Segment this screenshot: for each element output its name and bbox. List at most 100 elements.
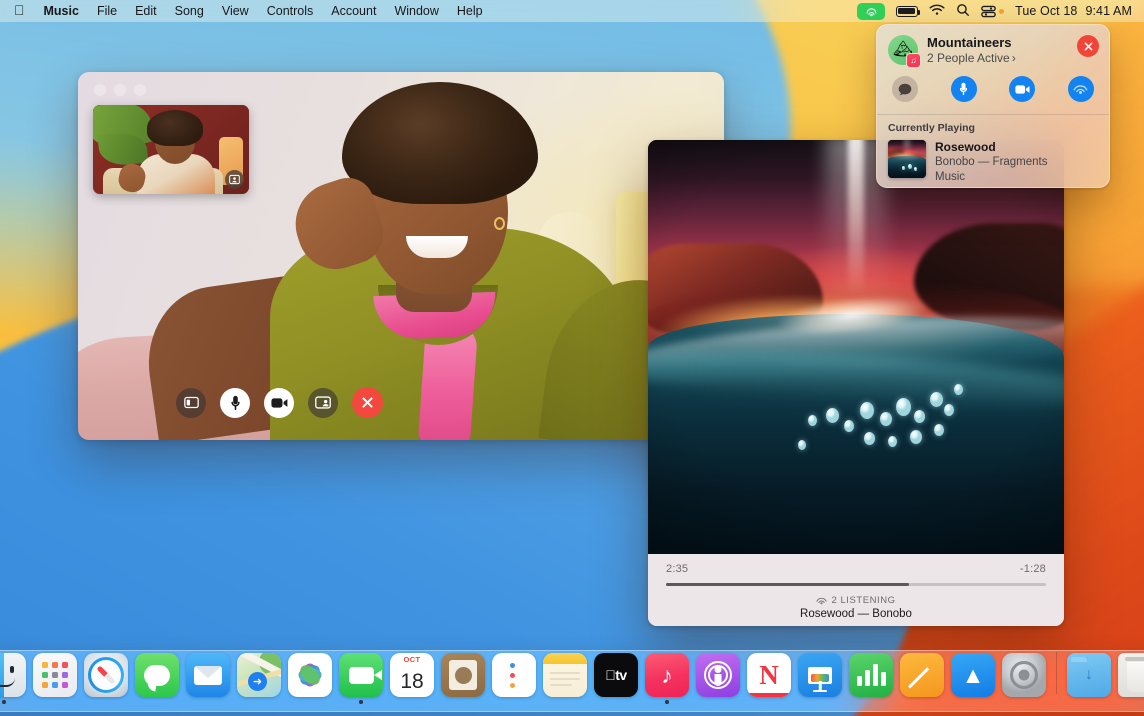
minimize-window-button[interactable] bbox=[114, 84, 126, 96]
running-indicator bbox=[869, 700, 873, 704]
running-indicator bbox=[971, 700, 975, 704]
window-traffic-lights[interactable] bbox=[94, 84, 146, 96]
dock-item-podcasts[interactable] bbox=[696, 653, 740, 704]
music-note-icon: ♪ bbox=[661, 662, 673, 689]
dock-item-keynote[interactable] bbox=[798, 653, 842, 704]
group-participants-link[interactable]: 2 People Active › bbox=[927, 51, 1016, 65]
dock-item-finder[interactable] bbox=[0, 653, 26, 704]
dock-item-tv[interactable]: tv bbox=[594, 653, 638, 704]
running-indicator bbox=[359, 700, 363, 704]
running-indicator bbox=[767, 700, 771, 704]
microphone-icon[interactable] bbox=[951, 76, 977, 102]
close-window-button[interactable] bbox=[94, 84, 106, 96]
menu-item-help[interactable]: Help bbox=[448, 4, 492, 18]
dock-item-calendar[interactable]: OCT 18 bbox=[390, 653, 434, 704]
album-artwork-thumbnail bbox=[888, 140, 926, 178]
running-indicator bbox=[2, 700, 6, 704]
running-indicator bbox=[1087, 700, 1091, 704]
search-icon[interactable] bbox=[956, 3, 970, 20]
dock-item-maps[interactable]: ➜ bbox=[237, 653, 281, 704]
running-indicator bbox=[155, 700, 159, 704]
group-title: Mountaineers bbox=[927, 35, 1016, 51]
track-title: Rosewood bbox=[935, 140, 1048, 155]
dock[interactable]: ➜ OCT 18 bbox=[0, 650, 1144, 712]
wifi-icon[interactable] bbox=[929, 4, 945, 19]
dock-item-photos[interactable] bbox=[288, 653, 332, 704]
running-indicator bbox=[818, 700, 822, 704]
dock-item-launchpad[interactable] bbox=[33, 653, 77, 704]
chevron-right-icon: › bbox=[1012, 51, 1016, 65]
group-avatar: 🏔 ♫ bbox=[888, 35, 918, 65]
end-call-button[interactable] bbox=[352, 387, 383, 418]
dock-item-appstore[interactable]: ▲ bbox=[951, 653, 995, 704]
dock-item-pages[interactable] bbox=[900, 653, 944, 704]
group-subtitle: 2 People Active bbox=[927, 51, 1010, 65]
dock-item-numbers[interactable] bbox=[849, 653, 893, 704]
apple-logo-icon[interactable]:  bbox=[12, 3, 35, 17]
dock-item-safari[interactable] bbox=[84, 653, 128, 704]
video-camera-icon[interactable] bbox=[264, 388, 294, 418]
microphone-icon[interactable] bbox=[220, 388, 250, 418]
running-indicator bbox=[614, 700, 618, 704]
running-indicator bbox=[104, 700, 108, 704]
dock-item-settings[interactable] bbox=[1002, 653, 1046, 704]
facetime-window[interactable] bbox=[78, 72, 724, 440]
dock-divider bbox=[1056, 652, 1057, 694]
sidebar-icon[interactable] bbox=[176, 388, 206, 418]
share-screen-icon[interactable] bbox=[308, 388, 338, 418]
menu-item-window[interactable]: Window bbox=[385, 4, 447, 18]
facetime-control-bar[interactable] bbox=[176, 387, 383, 418]
now-playing-title: Rosewood — Bonobo bbox=[666, 608, 1046, 620]
dock-item-trash[interactable] bbox=[1118, 653, 1144, 704]
control-center-icon[interactable] bbox=[981, 5, 1004, 18]
running-indicator bbox=[512, 700, 516, 704]
facetime-self-view-thumbnail[interactable] bbox=[93, 105, 249, 194]
dock-item-mail[interactable] bbox=[186, 653, 230, 704]
dock-item-messages[interactable] bbox=[135, 653, 179, 704]
dock-item-reminders[interactable] bbox=[492, 653, 536, 704]
battery-icon[interactable] bbox=[896, 6, 918, 17]
menu-item-view[interactable]: View bbox=[213, 4, 258, 18]
video-camera-icon[interactable] bbox=[1009, 76, 1035, 102]
shareplay-icon[interactable] bbox=[1068, 76, 1094, 102]
currently-playing-section: Currently Playing Rosewood Bonobo — Frag… bbox=[877, 115, 1109, 188]
running-indicator bbox=[665, 700, 669, 704]
shareplay-popover[interactable]: 🏔 ♫ Mountaineers 2 People Active › bbox=[876, 24, 1110, 188]
person-in-frame-icon[interactable] bbox=[225, 170, 244, 189]
zoom-window-button[interactable] bbox=[134, 84, 146, 96]
menu-item-song[interactable]: Song bbox=[166, 4, 213, 18]
dock-item-news[interactable]: N bbox=[747, 653, 791, 704]
track-source-app: Music bbox=[935, 170, 1048, 185]
menu-item-account[interactable]: Account bbox=[322, 4, 385, 18]
leave-call-button[interactable] bbox=[1077, 35, 1099, 57]
dock-item-downloads[interactable]: ↓ bbox=[1067, 653, 1111, 704]
calendar-day: 18 bbox=[400, 665, 423, 697]
playback-progress-slider[interactable] bbox=[666, 583, 1046, 586]
album-artwork bbox=[648, 140, 1064, 554]
menu-bar-date: Tue Oct 18 bbox=[1015, 4, 1077, 18]
running-indicator bbox=[410, 700, 414, 704]
running-indicator bbox=[308, 700, 312, 704]
menu-item-music[interactable]: Music bbox=[35, 4, 88, 18]
dock-item-music[interactable]: ♪ bbox=[645, 653, 689, 704]
currently-playing-item[interactable]: Rosewood Bonobo — Fragments Music bbox=[888, 140, 1098, 185]
running-indicator bbox=[53, 700, 57, 704]
chat-bubble-icon[interactable] bbox=[892, 76, 918, 102]
menu-bar-time: 9:41 AM bbox=[1085, 4, 1132, 18]
menu-item-controls[interactable]: Controls bbox=[258, 4, 323, 18]
running-indicator bbox=[461, 700, 465, 704]
music-transport-bar: 2:35 -1:28 2 LISTENING Rosewood — Bonobo bbox=[648, 554, 1064, 626]
menu-bar-clock[interactable]: Tue Oct 18 9:41 AM bbox=[1015, 4, 1132, 18]
dock-item-contacts[interactable] bbox=[441, 653, 485, 704]
menu-item-edit[interactable]: Edit bbox=[126, 4, 166, 18]
shareplay-status-icon[interactable] bbox=[857, 3, 885, 20]
shareplay-action-buttons[interactable] bbox=[877, 65, 1109, 114]
dock-item-notes[interactable] bbox=[543, 653, 587, 704]
running-indicator bbox=[920, 700, 924, 704]
running-indicator bbox=[206, 700, 210, 704]
menu-item-file[interactable]: File bbox=[88, 4, 126, 18]
desktop-screen:  Music File Edit Song View Controls Acc… bbox=[0, 0, 1144, 716]
music-now-playing-window[interactable]: 2:35 -1:28 2 LISTENING Rosewood — Bonobo bbox=[648, 140, 1064, 626]
dock-item-facetime[interactable] bbox=[339, 653, 383, 704]
running-indicator bbox=[1138, 700, 1142, 704]
